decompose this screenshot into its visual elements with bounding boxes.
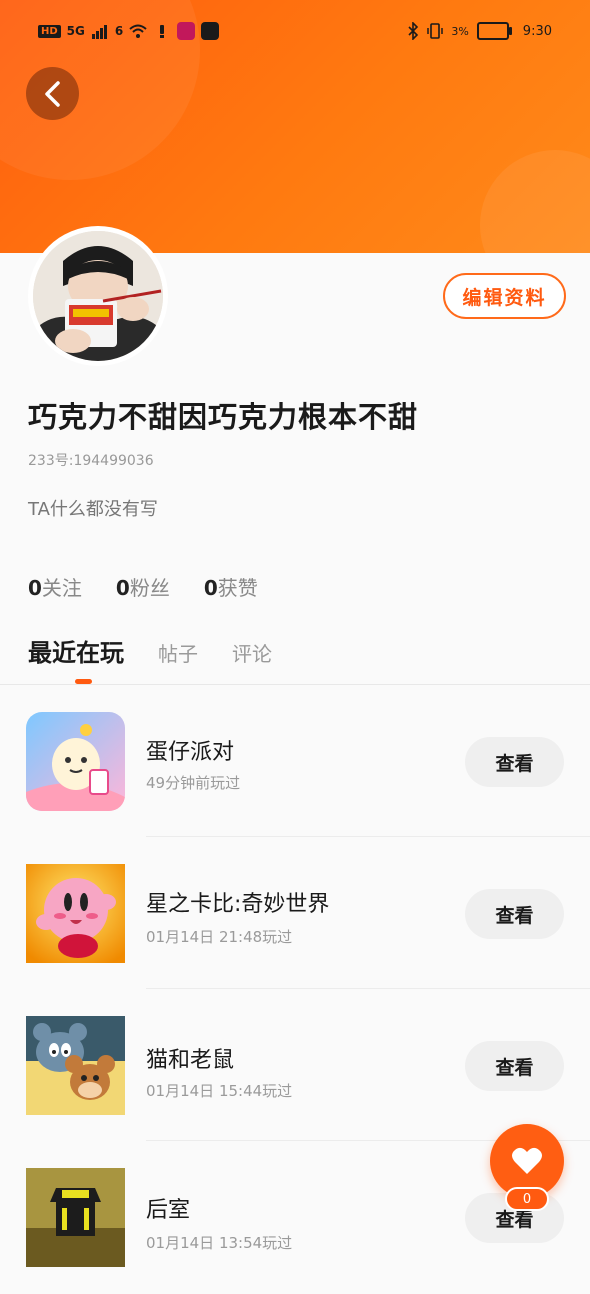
stat-likes[interactable]: 0获赞: [204, 572, 258, 601]
list-item[interactable]: 蛋仔派对 49分钟前玩过 查看: [0, 686, 590, 838]
stat-followers[interactable]: 0粉丝: [116, 572, 170, 601]
signal-5g-label: 5G: [66, 24, 85, 38]
last-played: 01月14日 15:44玩过: [146, 1082, 293, 1100]
chevron-left-icon: [44, 80, 60, 107]
stat-label: 粉丝: [129, 576, 170, 600]
tom-and-jerry-icon: [26, 1016, 125, 1115]
game-title: 星之卡比:奇妙世界: [146, 892, 330, 917]
edit-profile-button[interactable]: 编辑资料: [443, 273, 566, 319]
last-played: 01月14日 13:54玩过: [146, 1234, 293, 1252]
tab-recently-played[interactable]: 最近在玩: [28, 633, 124, 668]
divider: [0, 684, 590, 685]
stat-following[interactable]: 0关注: [28, 572, 82, 601]
warning-icon: [160, 25, 165, 38]
stat-label: 关注: [41, 576, 82, 600]
user-id: 233号:194499036: [28, 453, 154, 469]
game-title: 后室: [146, 1198, 191, 1223]
app-notification-icon: [177, 22, 196, 40]
bluetooth-icon: [408, 22, 419, 40]
app-notification-icon: [201, 22, 220, 40]
tab-posts[interactable]: 帖子: [158, 638, 198, 667]
tab-bar: 最近在玩 帖子 评论: [28, 633, 272, 668]
back-button[interactable]: [26, 67, 79, 120]
tab-comments[interactable]: 评论: [232, 638, 272, 667]
last-played: 49分钟前玩过: [146, 774, 241, 792]
bio: TA什么都没有写: [28, 499, 158, 520]
list-item[interactable]: 星之卡比:奇妙世界 01月14日 21:48玩过 查看: [0, 838, 590, 990]
view-button[interactable]: 查看: [465, 737, 564, 787]
clock: 9:30: [522, 23, 552, 39]
divider: [146, 988, 590, 989]
status-bar: HD 5G 6 3% 9:30: [0, 0, 590, 66]
battery-percent: 3%: [451, 24, 469, 38]
view-button[interactable]: 查看: [465, 1041, 564, 1091]
vibrate-icon: [427, 23, 444, 39]
wifi-icon: [129, 24, 147, 38]
heart-icon: [512, 1147, 542, 1174]
stat-count: 0: [28, 576, 42, 600]
stat-count: 0: [115, 576, 130, 600]
stat-count: 0: [203, 576, 218, 600]
game-title: 猫和老鼠: [146, 1048, 235, 1073]
list-item[interactable]: 猫和老鼠 01月14日 15:44玩过 查看: [0, 990, 590, 1142]
signal-6-label: 6: [114, 24, 124, 38]
stat-label: 获赞: [217, 576, 258, 600]
avatar[interactable]: [33, 231, 163, 361]
backrooms-icon: [26, 1168, 125, 1267]
last-played: 01月14日 21:48玩过: [146, 928, 293, 946]
kirby-icon: [26, 864, 125, 963]
avatar-image: [33, 231, 163, 361]
like-count-badge: 0: [505, 1187, 549, 1211]
hd-icon: HD: [38, 24, 61, 38]
battery-icon: [476, 22, 512, 40]
eggy-party-icon: [26, 712, 125, 811]
signal-icon: [91, 25, 107, 39]
divider: [146, 836, 590, 837]
game-title: 蛋仔派对: [146, 740, 235, 765]
recent-games-list: 蛋仔派对 49分钟前玩过 查看 星之卡比:奇妙世界 01月14日 21:48玩过…: [0, 686, 590, 1294]
view-button[interactable]: 查看: [465, 889, 564, 939]
stats-row: 0关注 0粉丝 0获赞: [28, 572, 258, 601]
banner-decoration: [480, 150, 590, 253]
nickname: 巧克力不甜因巧克力根本不甜: [28, 400, 419, 434]
